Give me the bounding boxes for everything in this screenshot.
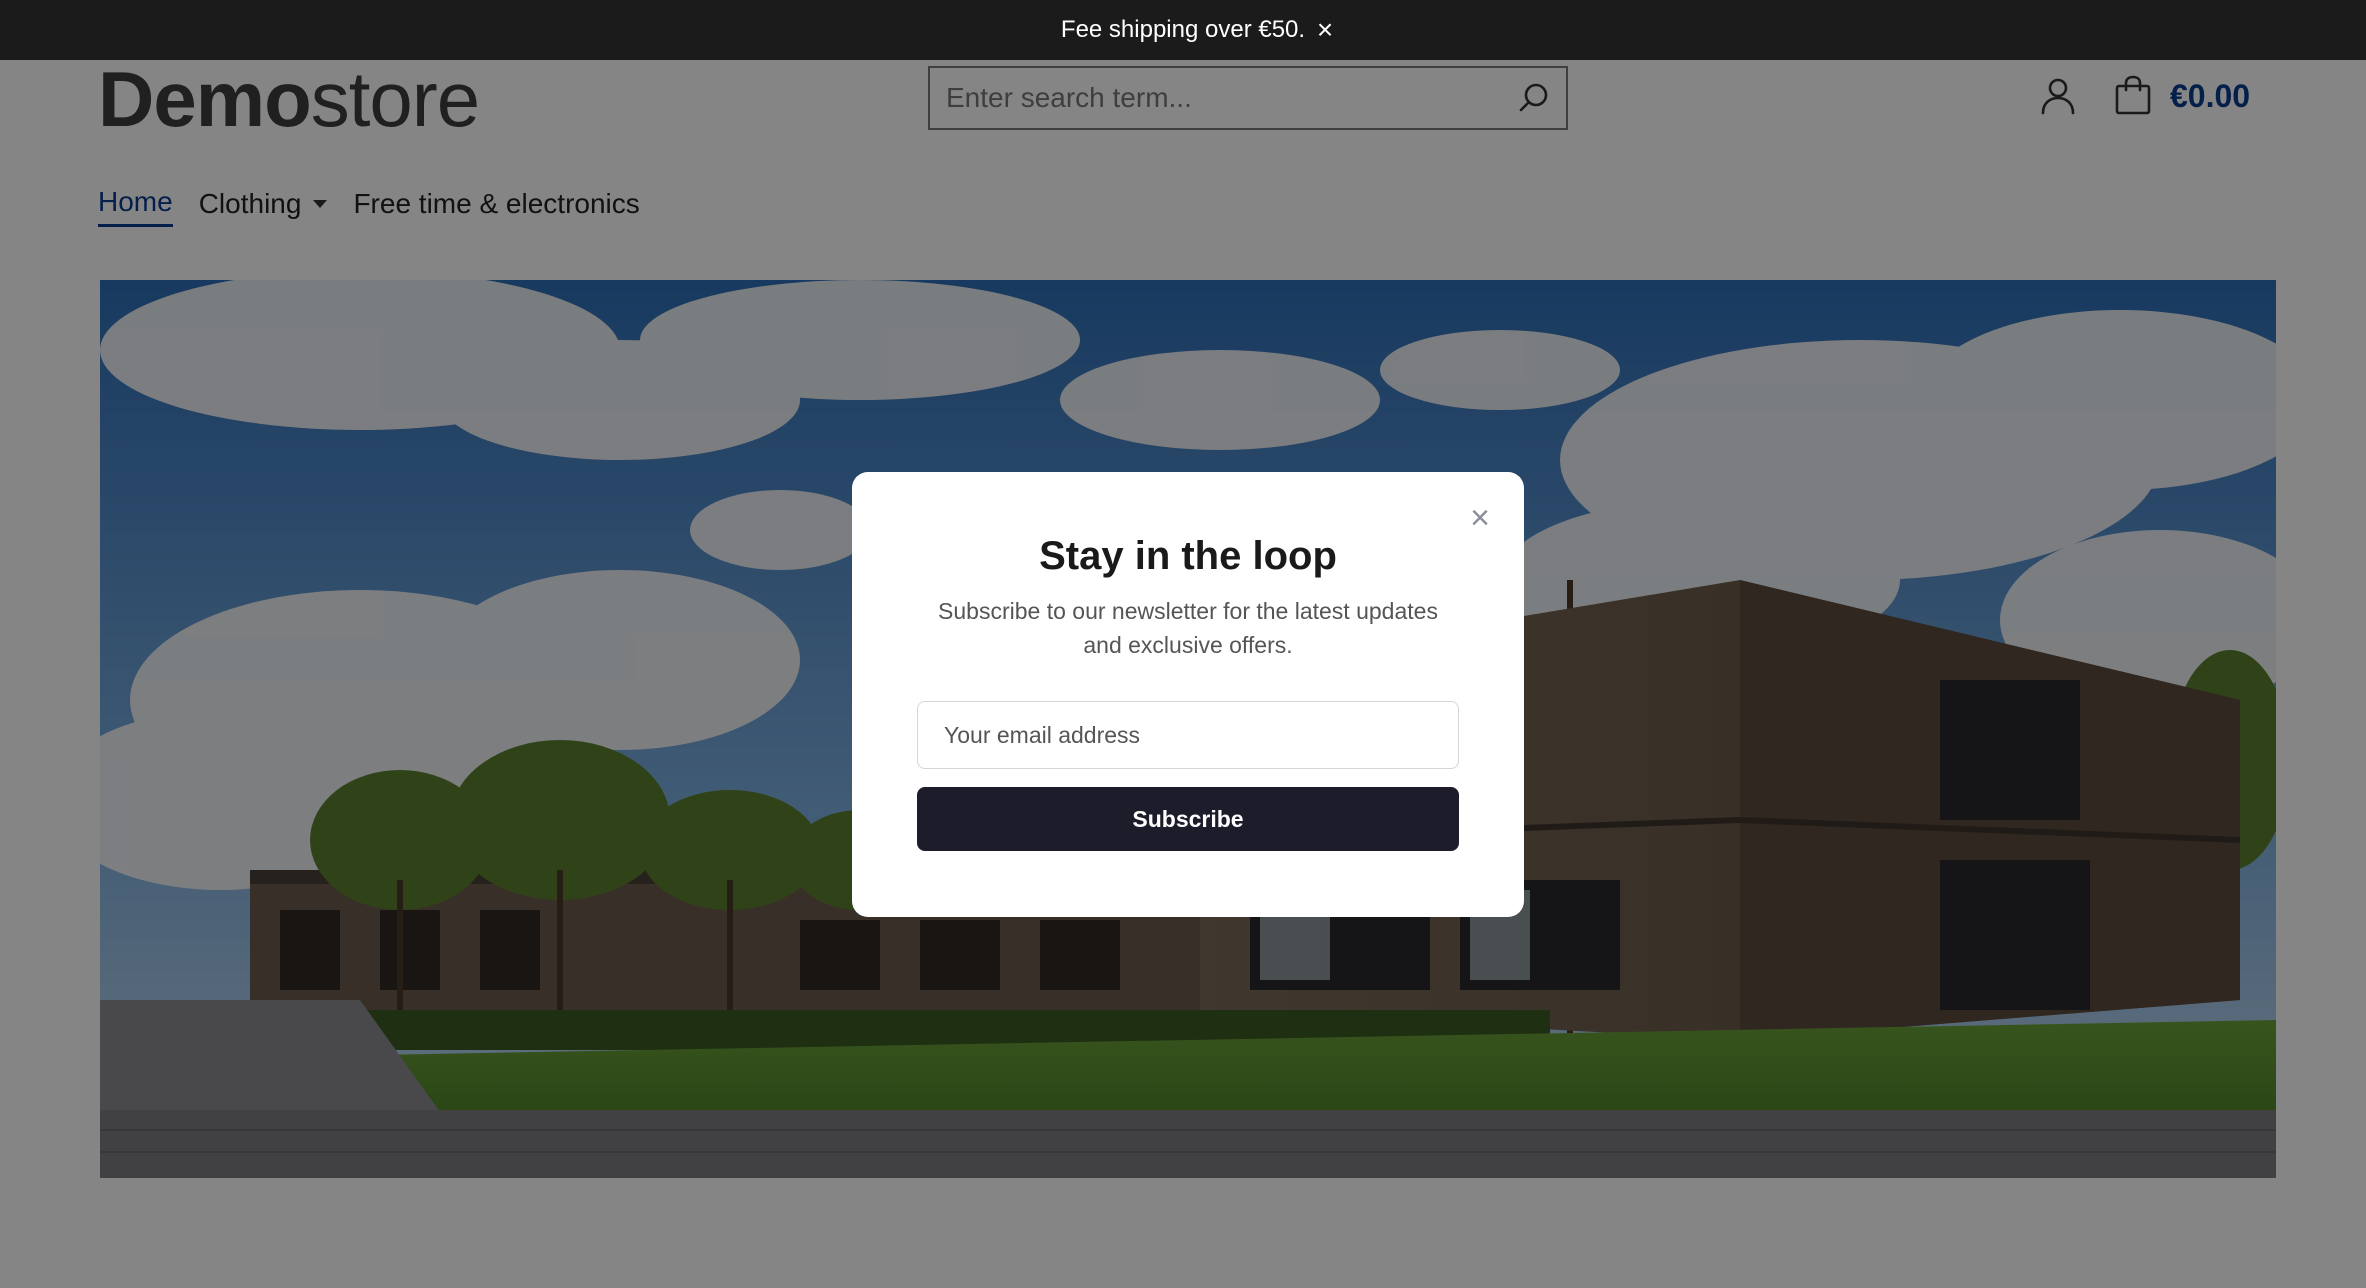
subscribe-button[interactable]: Subscribe	[917, 787, 1459, 851]
newsletter-modal: × Stay in the loop Subscribe to our news…	[852, 472, 1524, 917]
modal-subtitle: Subscribe to our newsletter for the late…	[938, 598, 1438, 658]
modal-title: Stay in the loop	[1039, 534, 1337, 578]
announcement-close-icon[interactable]: ×	[1310, 14, 1340, 45]
email-field[interactable]	[917, 701, 1459, 769]
modal-close-icon[interactable]: ×	[1460, 498, 1500, 538]
announcement-bar: Fee shipping over €50. ×	[0, 0, 2366, 60]
announcement-text: Fee shipping over €50.	[1060, 16, 1306, 43]
